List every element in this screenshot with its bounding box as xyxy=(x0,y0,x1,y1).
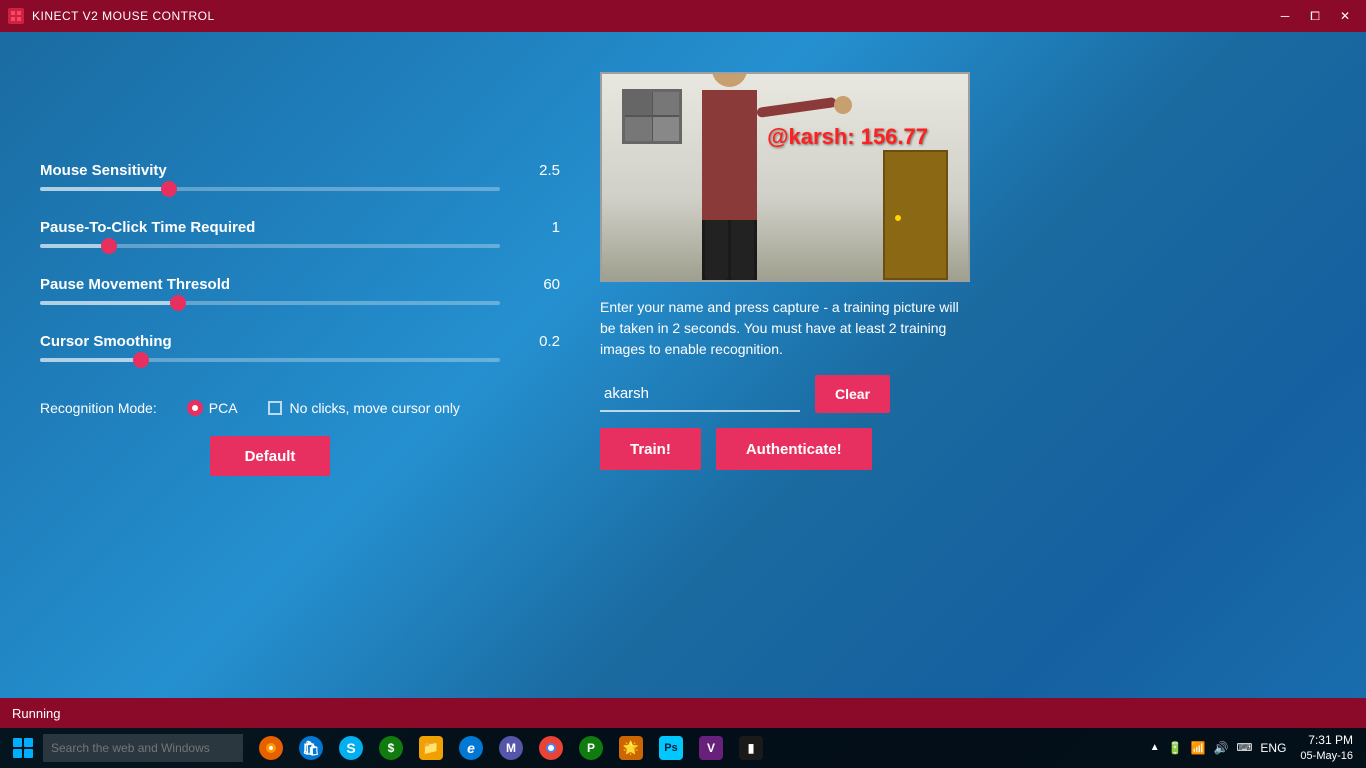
title-bar-controls: ─ ⧠ ✕ xyxy=(1272,6,1358,26)
taskbar: 🛍 S $ 📁 e M xyxy=(0,728,1366,768)
taskbar-terminal-icon[interactable]: ▮ xyxy=(733,730,769,766)
recognition-mode-row: Recognition Mode: PCA No clicks, move cu… xyxy=(40,400,560,416)
pca-radio-option[interactable]: PCA xyxy=(187,400,238,416)
taskbar-greenapp-icon[interactable]: P xyxy=(573,730,609,766)
pause-movement-thumb[interactable] xyxy=(170,295,186,311)
tray-up-arrow-icon[interactable]: ▲ xyxy=(1150,742,1160,753)
mouse-sensitivity-label: Mouse Sensitivity xyxy=(40,162,167,179)
taskbar-right: ▲ 🔋 📶 🔊 ⌨ ENG 7:31 PM 05-May-16 xyxy=(1150,733,1361,763)
clock-date: 05-May-16 xyxy=(1300,749,1353,763)
person-silhouette xyxy=(702,90,757,280)
radio-inner xyxy=(192,405,198,411)
pause-movement-group: Pause Movement Thresold 60 xyxy=(40,276,560,305)
slider-header: Pause-To-Click Time Required 1 xyxy=(40,219,560,236)
mouse-sensitivity-track[interactable] xyxy=(40,187,500,191)
camera-window-shape xyxy=(622,89,682,144)
no-clicks-option[interactable]: No clicks, move cursor only xyxy=(268,400,460,416)
taskbar-photoshop-icon[interactable]: Ps xyxy=(653,730,689,766)
door-knob xyxy=(895,215,901,221)
cursor-smoothing-label: Cursor Smoothing xyxy=(40,333,172,350)
pause-movement-track[interactable] xyxy=(40,301,500,305)
taskbar-travel-icon[interactable]: M xyxy=(493,730,529,766)
recognition-mode-label: Recognition Mode: xyxy=(40,400,157,416)
wifi-icon: 📶 xyxy=(1191,741,1206,755)
pause-click-group: Pause-To-Click Time Required 1 xyxy=(40,219,560,248)
slider-header: Pause Movement Thresold 60 xyxy=(40,276,560,293)
maximize-button[interactable]: ⧠ xyxy=(1302,6,1328,26)
slider-header: Mouse Sensitivity 2.5 xyxy=(40,162,560,179)
taskbar-skype-icon[interactable]: S xyxy=(333,730,369,766)
bottom-buttons: Train! Authenticate! xyxy=(600,428,1326,470)
left-panel: Mouse Sensitivity 2.5 Pause-To-Click Tim… xyxy=(40,62,560,688)
mouse-sensitivity-value: 2.5 xyxy=(539,162,560,179)
slider-fill xyxy=(40,301,178,305)
volume-icon: 🔊 xyxy=(1214,741,1229,755)
app-icon xyxy=(8,8,24,24)
clock-time: 7:31 PM xyxy=(1308,733,1353,749)
taskbar-photos-icon[interactable]: 🌟 xyxy=(613,730,649,766)
cursor-smoothing-track[interactable] xyxy=(40,358,500,362)
person-body xyxy=(702,90,757,220)
slider-header: Cursor Smoothing 0.2 xyxy=(40,333,560,350)
taskbar-vs-icon[interactable]: V xyxy=(693,730,729,766)
no-clicks-label: No clicks, move cursor only xyxy=(290,400,460,416)
title-bar-left: KINECT V2 MOUSE CONTROL xyxy=(8,8,215,24)
pause-click-thumb[interactable] xyxy=(101,238,117,254)
minimize-button[interactable]: ─ xyxy=(1272,6,1298,26)
window-title: KINECT V2 MOUSE CONTROL xyxy=(32,9,215,23)
train-button[interactable]: Train! xyxy=(600,428,701,470)
mouse-sensitivity-group: Mouse Sensitivity 2.5 xyxy=(40,162,560,191)
taskbar-explorer-icon[interactable]: 📁 xyxy=(413,730,449,766)
status-text: Running xyxy=(12,706,60,721)
no-clicks-checkbox[interactable] xyxy=(268,401,282,415)
camera-view: @karsh: 156.77 xyxy=(600,72,970,282)
camera-background xyxy=(602,74,968,280)
name-input[interactable] xyxy=(600,376,800,412)
instructions-text: Enter your name and press capture - a tr… xyxy=(600,297,970,360)
person-head xyxy=(712,72,747,87)
system-tray-icons: ▲ 🔋 📶 🔊 ⌨ ENG xyxy=(1150,741,1287,755)
taskbar-edge-icon[interactable]: e xyxy=(453,730,489,766)
battery-icon: 🔋 xyxy=(1168,741,1183,755)
pause-movement-value: 60 xyxy=(543,276,560,293)
title-bar: KINECT V2 MOUSE CONTROL ─ ⧠ ✕ xyxy=(0,0,1366,32)
default-button[interactable]: Default xyxy=(210,436,330,476)
language-label: ENG xyxy=(1260,741,1286,755)
clear-button[interactable]: Clear xyxy=(815,375,890,413)
taskbar-search-input[interactable] xyxy=(43,734,243,762)
slider-fill xyxy=(40,358,141,362)
cursor-smoothing-thumb[interactable] xyxy=(133,352,149,368)
windows-logo-icon xyxy=(13,738,33,758)
cursor-smoothing-value: 0.2 xyxy=(539,333,560,350)
taskbar-chrome-icon[interactable] xyxy=(533,730,569,766)
name-input-row: Clear xyxy=(600,375,1326,413)
camera-overlay-text: @karsh: 156.77 xyxy=(767,124,928,150)
taskbar-firefox-icon[interactable] xyxy=(253,730,289,766)
system-clock[interactable]: 7:31 PM 05-May-16 xyxy=(1300,733,1353,763)
pause-movement-label: Pause Movement Thresold xyxy=(40,276,230,293)
main-content: Mouse Sensitivity 2.5 Pause-To-Click Tim… xyxy=(0,32,1366,698)
right-panel: @karsh: 156.77 Enter your name and press… xyxy=(600,62,1326,688)
slider-fill xyxy=(40,187,169,191)
pause-click-value: 1 xyxy=(552,219,560,236)
start-button[interactable] xyxy=(5,730,41,766)
authenticate-button[interactable]: Authenticate! xyxy=(716,428,872,470)
status-bar: Running xyxy=(0,698,1366,728)
close-button[interactable]: ✕ xyxy=(1332,6,1358,26)
cursor-smoothing-group: Cursor Smoothing 0.2 xyxy=(40,333,560,362)
taskbar-icons: 🛍 S $ 📁 e M xyxy=(253,730,769,766)
taskbar-finance-icon[interactable]: $ xyxy=(373,730,409,766)
camera-door-shape xyxy=(883,150,948,280)
pause-click-track[interactable] xyxy=(40,244,500,248)
pause-click-label: Pause-To-Click Time Required xyxy=(40,219,255,236)
pca-radio-label: PCA xyxy=(209,400,238,416)
mouse-sensitivity-thumb[interactable] xyxy=(161,181,177,197)
taskbar-store-icon[interactable]: 🛍 xyxy=(293,730,329,766)
pca-radio-button[interactable] xyxy=(187,400,203,416)
slider-fill xyxy=(40,244,109,248)
keyboard-icon: ⌨ xyxy=(1237,741,1253,754)
